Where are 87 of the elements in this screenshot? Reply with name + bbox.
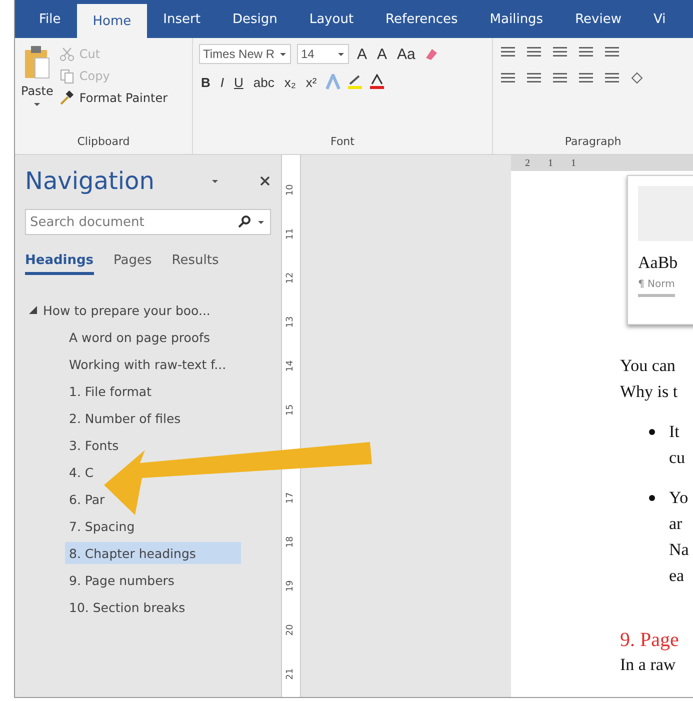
heading-item[interactable]: How to prepare your boo... (29, 301, 210, 319)
caret-icon (337, 52, 345, 56)
ruler-number: 17 (285, 492, 297, 504)
ruler-number: 1 (548, 158, 553, 168)
ribbon-tab[interactable]: Home (76, 4, 148, 38)
ruler-number: 13 (284, 316, 297, 328)
ruler-number: 19 (284, 580, 297, 592)
style-name: ¶ Norm (638, 279, 675, 297)
text-effects-icon (324, 74, 341, 90)
bullet-dot (649, 429, 655, 435)
font-button[interactable]: Aa (395, 46, 418, 62)
ruler-number: 18 (284, 536, 297, 548)
highlighter-icon (346, 74, 363, 90)
paste-button[interactable]: Paste (21, 44, 54, 107)
ruler-number: 11 (285, 228, 297, 240)
ribbon-tab[interactable]: Vi (637, 0, 682, 38)
pane-tab[interactable]: Headings (25, 253, 94, 275)
ribbon-tab[interactable]: Insert (147, 0, 216, 38)
heading-item[interactable]: Working with raw-text f... (69, 355, 226, 373)
body-text: You can (620, 355, 676, 377)
ribbon-tab[interactable]: References (370, 0, 474, 38)
font-button[interactable]: U (232, 74, 246, 90)
ribbon-tab[interactable]: Review (559, 0, 638, 38)
collapse-triangle-icon[interactable] (29, 306, 37, 314)
body-text: cu (669, 447, 686, 469)
font-button[interactable]: A (375, 46, 390, 62)
font-button[interactable]: x² (304, 74, 319, 90)
body-text: It (669, 421, 680, 443)
body-text: Yo (669, 487, 688, 509)
brush-icon (59, 90, 76, 106)
font-size-field[interactable]: 14 (297, 44, 349, 64)
heading-item[interactable]: 1. File format (69, 382, 152, 400)
close-icon (259, 175, 271, 187)
scissors-icon (59, 46, 76, 62)
pane-tab[interactable]: Results (172, 253, 219, 275)
caret-icon (257, 220, 265, 224)
copy-icon (59, 68, 76, 84)
ruler-number: 15 (285, 404, 297, 416)
body-text: Why is t (620, 381, 678, 403)
font-button[interactable]: x₂ (282, 74, 298, 90)
heading-item[interactable]: 2. Number of files (69, 409, 181, 427)
pane-tab[interactable]: Pages (114, 253, 152, 275)
ruler-number: 12 (284, 272, 297, 284)
heading-item[interactable]: 9. Page numbers (69, 571, 174, 589)
ruler-number: 14 (285, 360, 297, 372)
body-text: Na (669, 539, 689, 561)
search-icon (237, 215, 251, 229)
search-field[interactable]: Search document (25, 209, 271, 235)
pane-title: Navigation (25, 167, 154, 195)
font-name-field[interactable]: Times New R (199, 44, 291, 64)
ruler-number: 20 (284, 624, 297, 636)
heading-item[interactable]: 10. Section breaks (69, 598, 186, 616)
clipboard-icon (23, 44, 52, 80)
style-card[interactable]: AaBb ¶ Norm (627, 175, 693, 325)
ruler-number: 1 (571, 158, 576, 168)
heading-item[interactable]: 3. Fonts (69, 436, 119, 454)
style-sample: AaBb (638, 253, 678, 273)
font-color-icon (368, 74, 385, 90)
heading-item[interactable]: 6. Par (69, 490, 105, 508)
ribbon-tab[interactable]: Mailings (474, 0, 560, 38)
heading-item[interactable]: 4. C (69, 463, 94, 481)
caret-icon (33, 102, 42, 107)
body-text: ea (669, 565, 684, 587)
caret-icon (279, 52, 287, 56)
heading-item[interactable]: A word on page proofs (69, 328, 210, 346)
eraser-icon (423, 46, 440, 62)
font-button[interactable]: B (199, 74, 212, 90)
group-label: Font (330, 135, 354, 148)
group-label: Clipboard (77, 135, 130, 148)
ribbon-tab[interactable]: Layout (293, 0, 370, 38)
clipboard-command[interactable]: Format Painter (59, 90, 168, 106)
ruler-number: 2 (525, 158, 530, 168)
section-heading: 9. Page (620, 629, 679, 652)
font-button[interactable]: A (355, 46, 370, 62)
heading-item[interactable]: 7. Spacing (69, 517, 135, 535)
font-button[interactable]: abc (251, 74, 276, 90)
body-text: In a raw (620, 654, 676, 676)
body-text: ar (669, 513, 682, 535)
bullet-dot (649, 495, 655, 501)
group-label: Paragraph (564, 135, 622, 148)
ruler-number: 21 (284, 668, 297, 680)
caret-icon (211, 178, 219, 184)
ribbon-tab[interactable]: File (23, 0, 77, 38)
heading-item[interactable]: 8. Chapter headings (65, 542, 241, 564)
ribbon-tab[interactable]: Design (216, 0, 294, 38)
font-button[interactable]: I (218, 74, 226, 90)
ruler-number: 10 (284, 184, 297, 196)
